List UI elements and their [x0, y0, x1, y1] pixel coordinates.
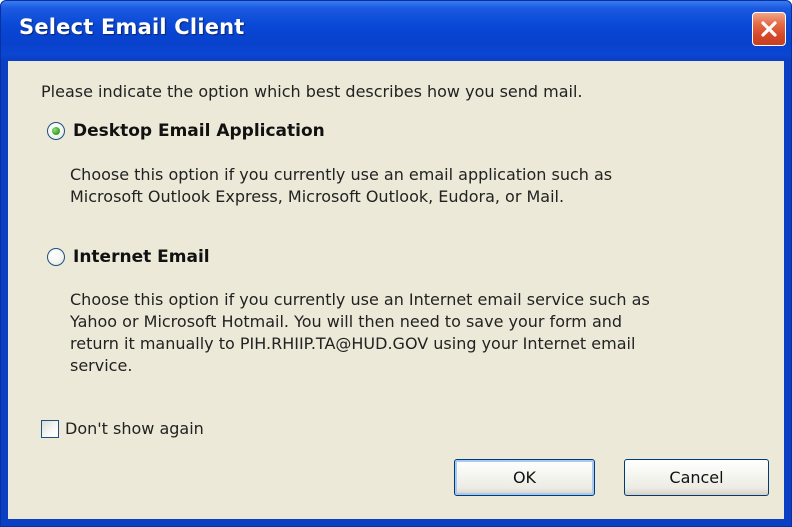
description-line: service.	[70, 356, 133, 375]
window-title: Select Email Client	[19, 15, 245, 39]
option-desktop-email-label: Desktop Email Application	[73, 121, 325, 141]
option-desktop-email-description: Choose this option if you currently use …	[70, 164, 612, 208]
instruction-text: Please indicate the option which best de…	[41, 82, 583, 101]
ok-button[interactable]: OK	[454, 459, 595, 496]
radio-internet-email[interactable]	[47, 248, 65, 266]
dont-show-again-option[interactable]: Don't show again	[41, 419, 204, 438]
close-icon	[761, 21, 777, 37]
option-internet-email[interactable]: Internet Email	[47, 247, 210, 267]
option-internet-email-label: Internet Email	[73, 247, 210, 267]
select-email-client-dialog: Select Email Client Please indicate the …	[0, 0, 792, 527]
description-line: Yahoo or Microsoft Hotmail. You will the…	[70, 312, 623, 331]
dont-show-again-label: Don't show again	[65, 419, 204, 438]
radio-desktop-email[interactable]	[47, 122, 65, 140]
title-bar[interactable]: Select Email Client	[1, 1, 791, 61]
dont-show-again-checkbox[interactable]	[41, 419, 59, 438]
dialog-body: Please indicate the option which best de…	[8, 61, 784, 519]
radio-selected-dot	[52, 127, 60, 135]
close-button[interactable]	[752, 12, 786, 46]
option-desktop-email[interactable]: Desktop Email Application	[47, 121, 325, 141]
description-line: Choose this option if you currently use …	[70, 165, 613, 184]
description-line: return it manually to PIH.RHIIP.TA@HUD.G…	[70, 334, 636, 353]
cancel-button[interactable]: Cancel	[624, 459, 769, 496]
description-line: Choose this option if you currently use …	[70, 290, 650, 309]
description-line: Microsoft Outlook Express, Microsoft Out…	[70, 187, 565, 206]
option-internet-email-description: Choose this option if you currently use …	[70, 289, 650, 377]
